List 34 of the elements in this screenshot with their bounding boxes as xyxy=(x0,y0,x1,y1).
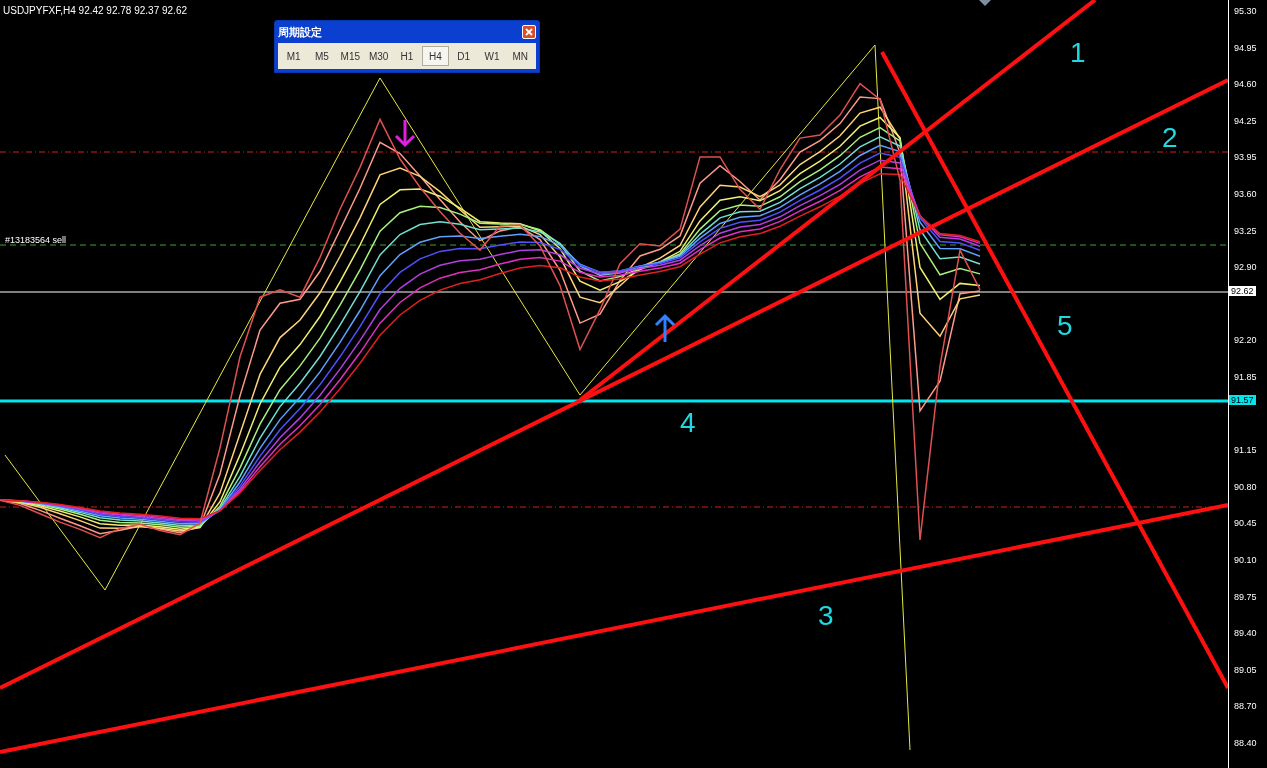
line-number-label: 2 xyxy=(1162,122,1178,153)
dialog-title: 周期設定 xyxy=(278,24,322,40)
price-tick-label: 92.20 xyxy=(1234,335,1257,346)
price-tick-label: 90.10 xyxy=(1234,555,1257,565)
up-arrow-icon xyxy=(654,313,676,344)
price-tick-label: 92.90 xyxy=(1234,262,1257,273)
price-tick-label: 89.75 xyxy=(1234,591,1257,602)
price-tick-label: 91.85 xyxy=(1234,372,1257,382)
price-tick-label: 94.25 xyxy=(1234,115,1257,126)
line-number-label: 3 xyxy=(818,600,834,631)
period-button[interactable]: H4 xyxy=(421,46,449,66)
price-tick-label: 90.80 xyxy=(1234,481,1257,492)
line-number-label: 1 xyxy=(1070,37,1086,68)
triangle-marker-icon xyxy=(979,0,991,6)
price-tick-label: 89.40 xyxy=(1234,628,1257,639)
price-tick-label: 93.60 xyxy=(1234,189,1257,199)
close-button[interactable] xyxy=(522,25,536,39)
price-tick-label: 89.05 xyxy=(1234,664,1257,675)
price-tick-label: 94.60 xyxy=(1234,79,1257,90)
price-tick-label: 91.15 xyxy=(1234,445,1257,456)
chart-header: USDJPYFXF,H4 92.42 92.78 92.37 92.62 xyxy=(3,5,187,16)
price-tick-label: 93.25 xyxy=(1234,225,1257,236)
price-tick-label: 95.30 xyxy=(1234,6,1257,16)
price-tick-label: 88.70 xyxy=(1234,701,1257,712)
line-number-label: 4 xyxy=(680,407,696,438)
price-tick-label: 88.40 xyxy=(1234,738,1257,748)
price-tick-label: 93.95 xyxy=(1234,152,1257,163)
line-number-label: 5 xyxy=(1057,310,1073,341)
price-marker: 91.57 xyxy=(1229,395,1256,405)
price-tick-label: 90.45 xyxy=(1234,518,1257,529)
order-label: #13183564 sell xyxy=(5,235,67,245)
price-tick-label: 94.95 xyxy=(1234,42,1257,53)
price-marker: 92.62 xyxy=(1229,286,1256,296)
down-arrow-icon xyxy=(394,118,416,148)
